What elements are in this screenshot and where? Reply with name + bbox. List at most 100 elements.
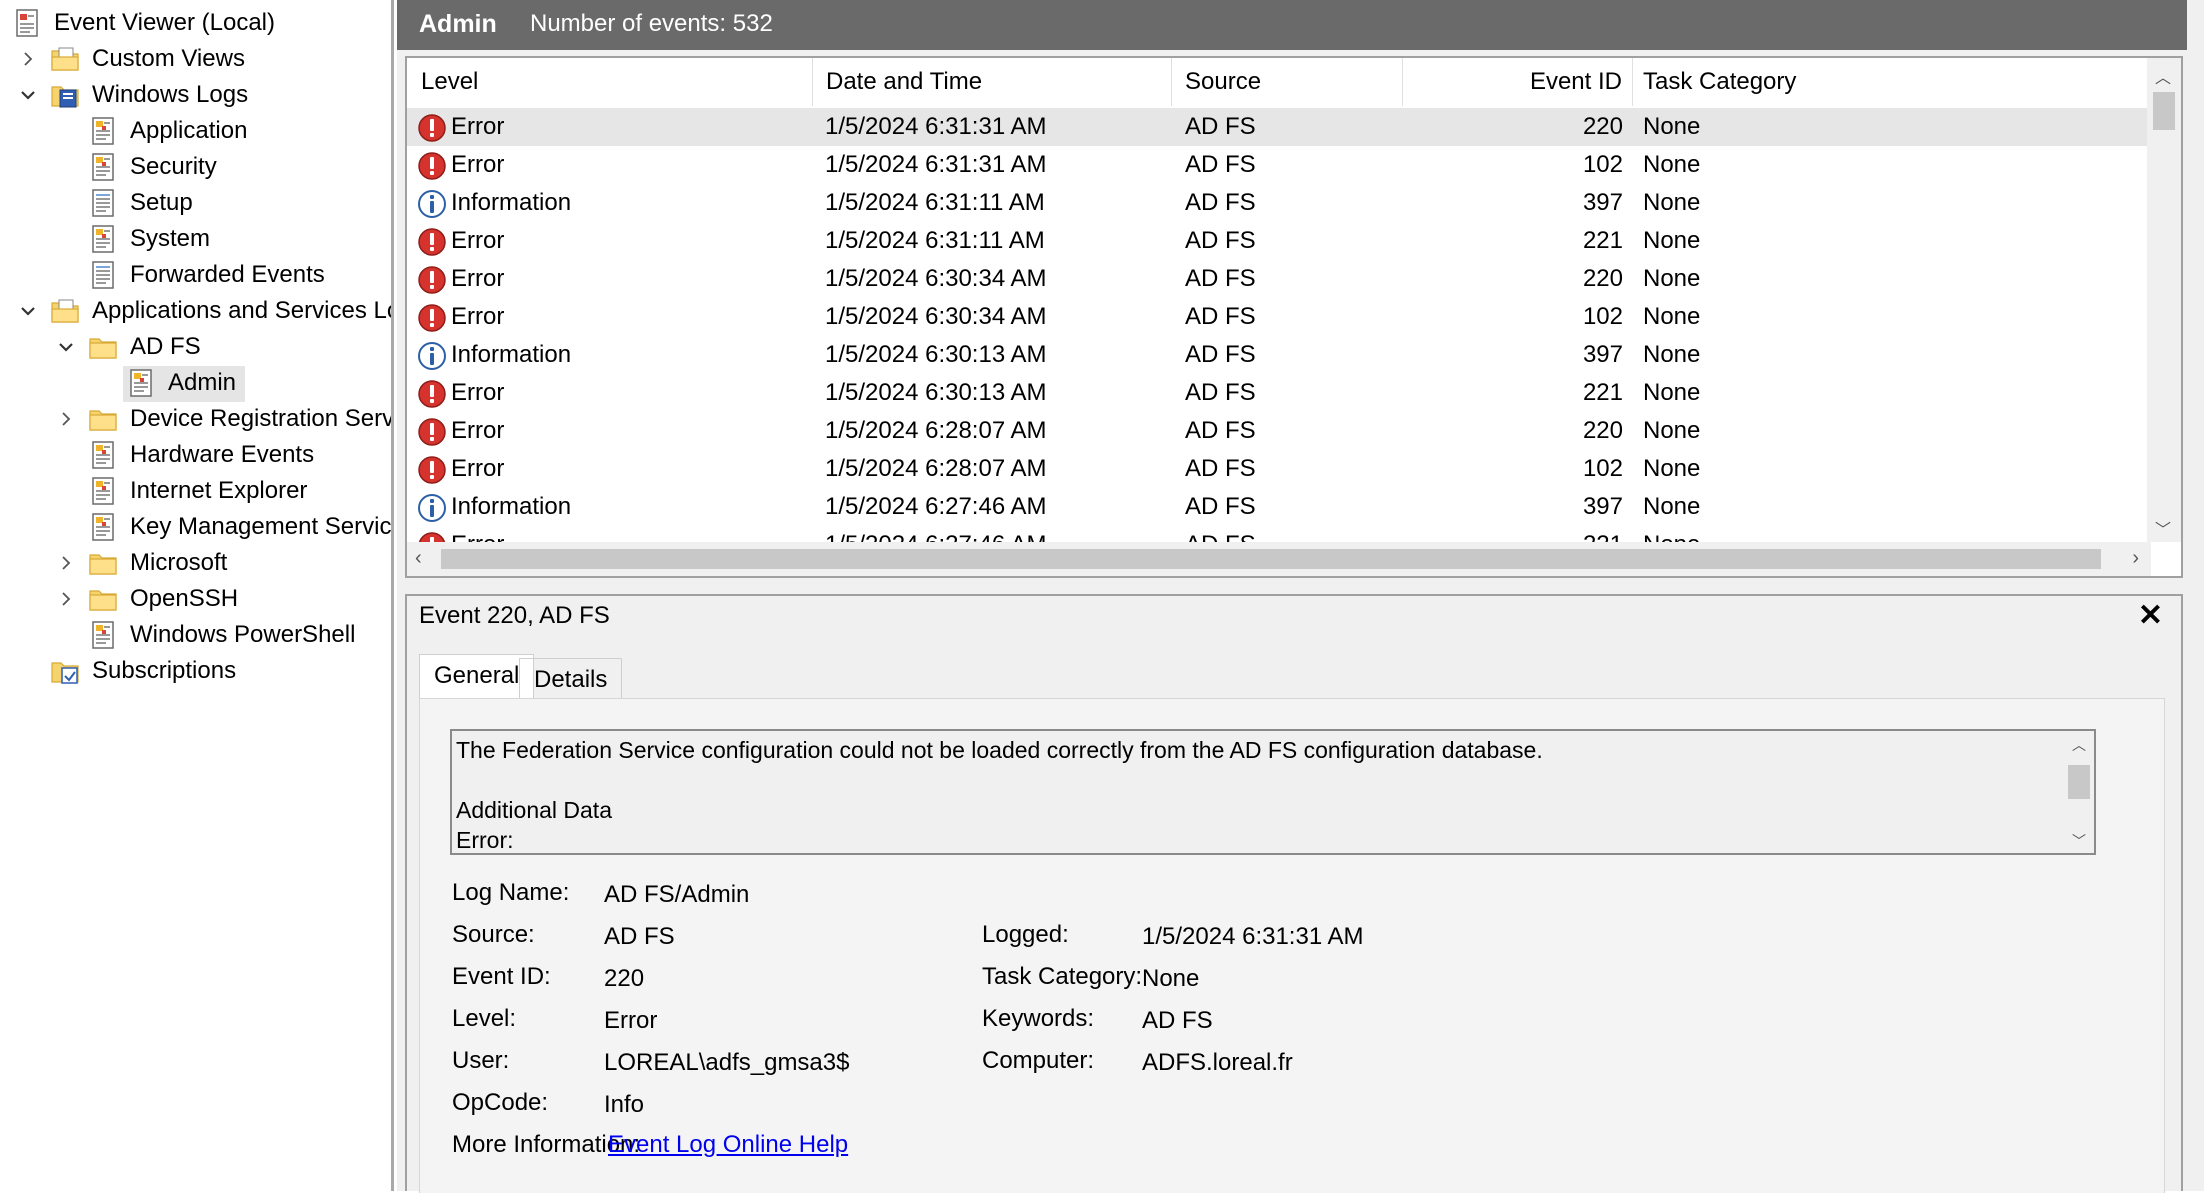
tree-node-key-management[interactable]: Key Management Service <box>0 510 391 544</box>
table-row[interactable]: Error 1/5/2024 6:28:07 AM AD FS 102 None <box>407 450 2151 488</box>
close-icon[interactable]: ✕ <box>2138 598 2163 633</box>
table-row[interactable]: Information 1/5/2024 6:27:46 AM AD FS 397 No… <box>407 488 2151 526</box>
label-level: Level: <box>452 1005 517 1032</box>
info-icon <box>417 493 447 523</box>
scrollbar-thumb[interactable] <box>441 549 2101 569</box>
cell-source: AD FS <box>1185 341 1256 368</box>
tree-node-custom-views[interactable]: Custom Views <box>0 42 390 76</box>
log-icon <box>126 368 156 398</box>
value-computer: ADFS.loreal.fr <box>1142 1049 1293 1076</box>
cell-datetime: 1/5/2024 6:28:07 AM <box>825 417 1047 444</box>
tree-node-adfs[interactable]: AD FS <box>0 330 390 364</box>
chevron-right-icon[interactable] <box>18 49 38 69</box>
chevron-right-icon[interactable] <box>56 589 76 609</box>
table-row[interactable]: Error 1/5/2024 6:30:34 AM AD FS 220 None <box>407 260 2151 298</box>
description-scrollbar[interactable]: ︿ ﹀ <box>2064 731 2094 853</box>
event-log-online-help-link[interactable]: Event Log Online Help <box>608 1131 848 1159</box>
tab-details[interactable]: Details <box>519 658 623 700</box>
cell-level: Error <box>451 151 505 178</box>
table-row[interactable]: Error 1/5/2024 6:28:07 AM AD FS 220 None <box>407 412 2151 450</box>
tree-node-application[interactable]: Application <box>0 114 390 148</box>
tree-node-security[interactable]: Security <box>0 150 390 184</box>
column-header-datetime[interactable]: Date and Time <box>813 58 1172 106</box>
cell-datetime: 1/5/2024 6:31:31 AM <box>825 113 1047 140</box>
cell-source: AD FS <box>1185 151 1256 178</box>
scroll-up-icon[interactable]: ︿ <box>2072 735 2086 755</box>
log-icon <box>88 224 118 254</box>
cell-task-category: None <box>1643 151 1701 178</box>
table-row[interactable]: Information 1/5/2024 6:31:11 AM AD FS 397 No… <box>407 184 2151 222</box>
column-header-event-id[interactable]: Event ID <box>1403 58 1633 106</box>
scroll-down-icon[interactable]: ﹀ <box>2155 516 2171 540</box>
table-row[interactable]: Error 1/5/2024 6:31:31 AM AD FS 220 None <box>407 108 2151 146</box>
log-icon <box>88 188 118 218</box>
error-icon <box>417 227 447 257</box>
log-icon <box>88 152 118 182</box>
tree-node-device-registration[interactable]: Device Registration Service <box>0 402 391 436</box>
tree-node-hardware-events[interactable]: Hardware Events <box>0 438 390 472</box>
error-icon <box>417 151 447 181</box>
scrollbar-thumb[interactable] <box>2068 765 2090 799</box>
chevron-down-icon[interactable] <box>18 85 38 105</box>
cell-source: AD FS <box>1185 303 1256 330</box>
table-row[interactable]: Information 1/5/2024 6:30:13 AM AD FS 397 No… <box>407 336 2151 374</box>
table-row[interactable]: Error 1/5/2024 6:31:31 AM AD FS 102 None <box>407 146 2151 184</box>
error-icon <box>417 417 447 447</box>
table-row[interactable]: Error 1/5/2024 6:30:34 AM AD FS 102 None <box>407 298 2151 336</box>
tree-node-windows-logs[interactable]: Windows Logs <box>0 78 390 112</box>
cell-event-id: 220 <box>1582 113 1623 140</box>
tree-label: Applications and Services Log <box>92 297 394 324</box>
subscriptions-icon <box>50 656 80 686</box>
cell-datetime: 1/5/2024 6:27:46 AM <box>825 493 1047 520</box>
tree-label: Forwarded Events <box>130 261 325 288</box>
tree-node-setup[interactable]: Setup <box>0 186 390 220</box>
event-description-box[interactable]: The Federation Service configuration cou… <box>450 729 2096 855</box>
chevron-right-icon[interactable] <box>56 553 76 573</box>
tree-label: Custom Views <box>92 45 245 72</box>
value-event-id: 220 <box>604 965 645 992</box>
tree-label: Subscriptions <box>92 657 237 684</box>
chevron-down-icon[interactable] <box>56 337 76 357</box>
column-header-source[interactable]: Source <box>1172 58 1403 106</box>
tree-node-forwarded-events[interactable]: Forwarded Events <box>0 258 390 292</box>
table-row[interactable]: Error 1/5/2024 6:30:13 AM AD FS 221 None <box>407 374 2151 412</box>
cell-level: Error <box>451 379 505 406</box>
label-log-name: Log Name: <box>452 879 570 906</box>
log-icon <box>88 476 118 506</box>
column-header-task-category[interactable]: Task Category <box>1633 58 2151 106</box>
general-tab-panel: The Federation Service configuration cou… <box>419 698 2165 1193</box>
scroll-down-icon[interactable]: ﹀ <box>2072 831 2086 851</box>
description-text: Additional Data <box>456 797 612 823</box>
tree-node-openssh[interactable]: OpenSSH <box>0 582 390 616</box>
error-icon <box>417 265 447 295</box>
folder-icon <box>50 44 80 74</box>
tree-node-subscriptions[interactable]: Subscriptions <box>0 654 390 688</box>
scroll-right-icon[interactable]: › <box>2132 547 2139 570</box>
tab-general[interactable]: General <box>419 654 535 700</box>
table-row[interactable]: Error 1/5/2024 6:31:11 AM AD FS 221 None <box>407 222 2151 260</box>
cell-level: Error <box>451 455 505 482</box>
scroll-up-icon[interactable]: ︿ <box>2155 64 2171 88</box>
chevron-down-icon[interactable] <box>18 301 38 321</box>
tree-node-event-viewer[interactable]: Event Viewer (Local) <box>0 6 390 40</box>
tree-node-apps-services[interactable]: Applications and Services Log <box>0 294 391 328</box>
scroll-left-icon[interactable]: ‹ <box>415 547 422 570</box>
cell-event-id: 102 <box>1582 151 1623 178</box>
chevron-right-icon[interactable] <box>56 409 76 429</box>
horizontal-scrollbar[interactable]: ‹ › <box>407 542 2151 576</box>
cell-event-id: 102 <box>1582 303 1623 330</box>
tree-node-admin[interactable]: Admin <box>0 366 390 402</box>
error-icon <box>417 113 447 143</box>
scrollbar-thumb[interactable] <box>2153 92 2175 130</box>
cell-level: Error <box>451 265 505 292</box>
cell-task-category: None <box>1643 189 1701 216</box>
tree-node-powershell[interactable]: Windows PowerShell <box>0 618 390 652</box>
tree-node-internet-explorer[interactable]: Internet Explorer <box>0 474 390 508</box>
tree-node-microsoft[interactable]: Microsoft <box>0 546 390 580</box>
tree-label: AD FS <box>130 333 201 360</box>
error-icon <box>417 455 447 485</box>
column-header-level[interactable]: Level <box>407 58 813 106</box>
vertical-scrollbar[interactable]: ︿ ﹀ <box>2147 58 2181 542</box>
folder-icon <box>88 584 118 614</box>
tree-node-system[interactable]: System <box>0 222 390 256</box>
